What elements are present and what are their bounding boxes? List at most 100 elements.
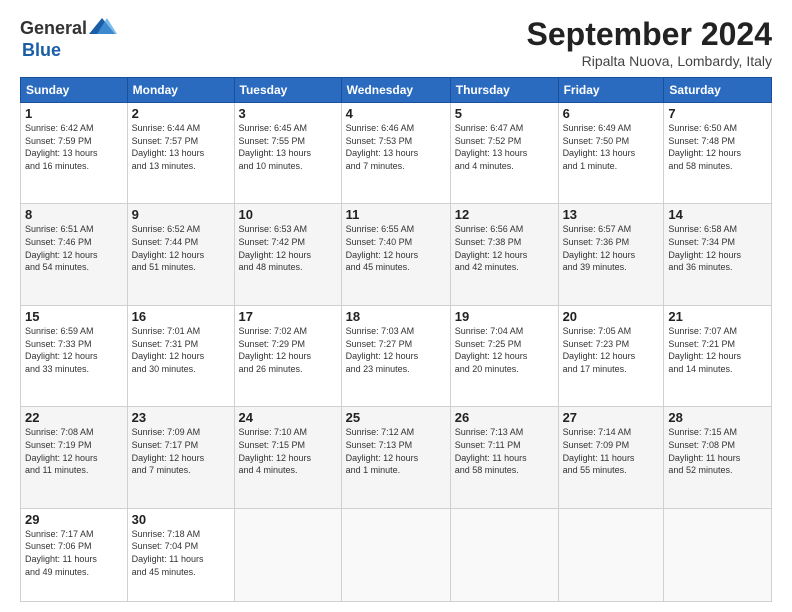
calendar-cell: 13Sunrise: 6:57 AM Sunset: 7:36 PM Dayli… [558,204,664,305]
day-info: Sunrise: 7:13 AM Sunset: 7:11 PM Dayligh… [455,426,554,476]
calendar-cell: 26Sunrise: 7:13 AM Sunset: 7:11 PM Dayli… [450,407,558,508]
calendar-cell: 29Sunrise: 7:17 AM Sunset: 7:06 PM Dayli… [21,508,128,601]
calendar-cell: 5Sunrise: 6:47 AM Sunset: 7:52 PM Daylig… [450,103,558,204]
day-info: Sunrise: 7:03 AM Sunset: 7:27 PM Dayligh… [346,325,446,375]
day-number: 1 [25,106,123,121]
calendar-cell [234,508,341,601]
day-info: Sunrise: 7:18 AM Sunset: 7:04 PM Dayligh… [132,528,230,578]
header-friday: Friday [558,78,664,103]
calendar-cell [450,508,558,601]
calendar-cell: 23Sunrise: 7:09 AM Sunset: 7:17 PM Dayli… [127,407,234,508]
day-number: 30 [132,512,230,527]
calendar-cell: 20Sunrise: 7:05 AM Sunset: 7:23 PM Dayli… [558,305,664,406]
logo: General Blue [20,16,117,61]
title-block: September 2024 Ripalta Nuova, Lombardy, … [527,16,772,69]
calendar-cell: 9Sunrise: 6:52 AM Sunset: 7:44 PM Daylig… [127,204,234,305]
calendar-cell: 8Sunrise: 6:51 AM Sunset: 7:46 PM Daylig… [21,204,128,305]
header-monday: Monday [127,78,234,103]
day-info: Sunrise: 6:57 AM Sunset: 7:36 PM Dayligh… [563,223,660,273]
calendar-table: SundayMondayTuesdayWednesdayThursdayFrid… [20,77,772,602]
day-info: Sunrise: 7:09 AM Sunset: 7:17 PM Dayligh… [132,426,230,476]
logo-text: General [20,16,117,40]
month-title: September 2024 [527,16,772,53]
day-number: 4 [346,106,446,121]
header-tuesday: Tuesday [234,78,341,103]
day-number: 18 [346,309,446,324]
day-number: 27 [563,410,660,425]
day-number: 25 [346,410,446,425]
calendar-cell: 1Sunrise: 6:42 AM Sunset: 7:59 PM Daylig… [21,103,128,204]
day-number: 28 [668,410,767,425]
day-number: 9 [132,207,230,222]
calendar-cell: 30Sunrise: 7:18 AM Sunset: 7:04 PM Dayli… [127,508,234,601]
page: General Blue September 2024 Ripalta Nuov… [0,0,792,612]
header-wednesday: Wednesday [341,78,450,103]
calendar-cell [558,508,664,601]
day-number: 10 [239,207,337,222]
calendar-cell: 11Sunrise: 6:55 AM Sunset: 7:40 PM Dayli… [341,204,450,305]
calendar-cell: 16Sunrise: 7:01 AM Sunset: 7:31 PM Dayli… [127,305,234,406]
day-info: Sunrise: 6:49 AM Sunset: 7:50 PM Dayligh… [563,122,660,172]
day-info: Sunrise: 6:55 AM Sunset: 7:40 PM Dayligh… [346,223,446,273]
day-number: 7 [668,106,767,121]
day-info: Sunrise: 6:52 AM Sunset: 7:44 PM Dayligh… [132,223,230,273]
day-info: Sunrise: 7:04 AM Sunset: 7:25 PM Dayligh… [455,325,554,375]
header-thursday: Thursday [450,78,558,103]
header-sunday: Sunday [21,78,128,103]
calendar-cell: 2Sunrise: 6:44 AM Sunset: 7:57 PM Daylig… [127,103,234,204]
day-number: 15 [25,309,123,324]
day-info: Sunrise: 6:56 AM Sunset: 7:38 PM Dayligh… [455,223,554,273]
calendar-cell: 4Sunrise: 6:46 AM Sunset: 7:53 PM Daylig… [341,103,450,204]
day-number: 26 [455,410,554,425]
calendar-cell: 6Sunrise: 6:49 AM Sunset: 7:50 PM Daylig… [558,103,664,204]
day-info: Sunrise: 7:12 AM Sunset: 7:13 PM Dayligh… [346,426,446,476]
logo-blue: Blue [22,40,61,60]
calendar-cell [341,508,450,601]
day-number: 3 [239,106,337,121]
day-info: Sunrise: 6:50 AM Sunset: 7:48 PM Dayligh… [668,122,767,172]
calendar-cell: 22Sunrise: 7:08 AM Sunset: 7:19 PM Dayli… [21,407,128,508]
day-info: Sunrise: 6:51 AM Sunset: 7:46 PM Dayligh… [25,223,123,273]
logo-icon [87,16,117,40]
day-info: Sunrise: 6:47 AM Sunset: 7:52 PM Dayligh… [455,122,554,172]
calendar-cell: 21Sunrise: 7:07 AM Sunset: 7:21 PM Dayli… [664,305,772,406]
day-info: Sunrise: 6:53 AM Sunset: 7:42 PM Dayligh… [239,223,337,273]
day-info: Sunrise: 7:05 AM Sunset: 7:23 PM Dayligh… [563,325,660,375]
calendar-cell: 24Sunrise: 7:10 AM Sunset: 7:15 PM Dayli… [234,407,341,508]
location: Ripalta Nuova, Lombardy, Italy [527,53,772,69]
calendar-cell: 19Sunrise: 7:04 AM Sunset: 7:25 PM Dayli… [450,305,558,406]
day-info: Sunrise: 7:02 AM Sunset: 7:29 PM Dayligh… [239,325,337,375]
day-info: Sunrise: 7:07 AM Sunset: 7:21 PM Dayligh… [668,325,767,375]
calendar-cell: 17Sunrise: 7:02 AM Sunset: 7:29 PM Dayli… [234,305,341,406]
calendar-cell: 15Sunrise: 6:59 AM Sunset: 7:33 PM Dayli… [21,305,128,406]
day-number: 21 [668,309,767,324]
day-number: 23 [132,410,230,425]
day-number: 16 [132,309,230,324]
calendar-cell: 28Sunrise: 7:15 AM Sunset: 7:08 PM Dayli… [664,407,772,508]
day-number: 22 [25,410,123,425]
calendar-cell: 18Sunrise: 7:03 AM Sunset: 7:27 PM Dayli… [341,305,450,406]
header: General Blue September 2024 Ripalta Nuov… [20,16,772,69]
calendar-cell: 7Sunrise: 6:50 AM Sunset: 7:48 PM Daylig… [664,103,772,204]
day-number: 17 [239,309,337,324]
day-info: Sunrise: 6:45 AM Sunset: 7:55 PM Dayligh… [239,122,337,172]
calendar-cell: 10Sunrise: 6:53 AM Sunset: 7:42 PM Dayli… [234,204,341,305]
calendar-cell: 12Sunrise: 6:56 AM Sunset: 7:38 PM Dayli… [450,204,558,305]
calendar-cell: 27Sunrise: 7:14 AM Sunset: 7:09 PM Dayli… [558,407,664,508]
header-saturday: Saturday [664,78,772,103]
day-info: Sunrise: 6:44 AM Sunset: 7:57 PM Dayligh… [132,122,230,172]
day-number: 12 [455,207,554,222]
day-info: Sunrise: 7:14 AM Sunset: 7:09 PM Dayligh… [563,426,660,476]
day-info: Sunrise: 7:10 AM Sunset: 7:15 PM Dayligh… [239,426,337,476]
day-number: 24 [239,410,337,425]
day-info: Sunrise: 7:08 AM Sunset: 7:19 PM Dayligh… [25,426,123,476]
day-number: 19 [455,309,554,324]
day-number: 29 [25,512,123,527]
calendar-header-row: SundayMondayTuesdayWednesdayThursdayFrid… [21,78,772,103]
logo-general: General [20,18,87,39]
day-number: 11 [346,207,446,222]
day-info: Sunrise: 6:58 AM Sunset: 7:34 PM Dayligh… [668,223,767,273]
day-number: 20 [563,309,660,324]
day-number: 5 [455,106,554,121]
day-info: Sunrise: 6:46 AM Sunset: 7:53 PM Dayligh… [346,122,446,172]
